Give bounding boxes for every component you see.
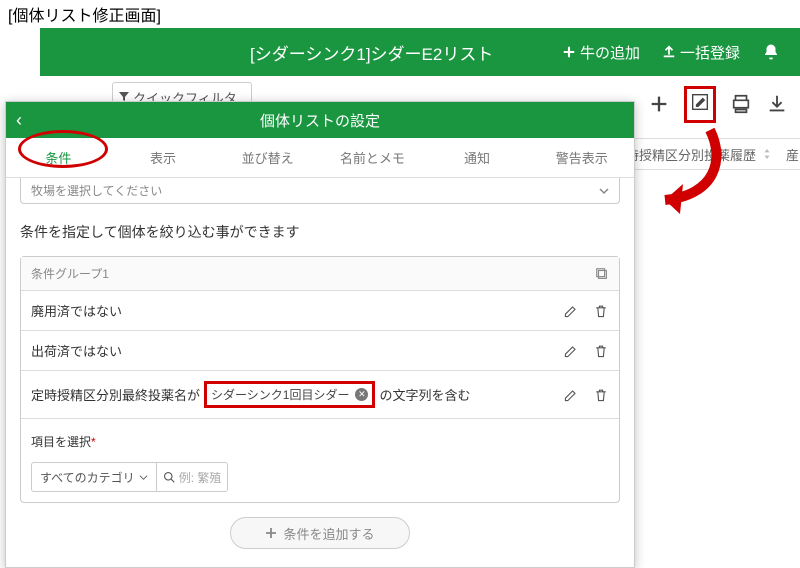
tab-warning[interactable]: 警告表示 xyxy=(529,138,634,177)
trash-icon[interactable] xyxy=(593,303,609,319)
plus-icon xyxy=(265,527,277,539)
farm-select-placeholder: 牧場を選択してください xyxy=(31,182,162,199)
main-header: [シダーシンク1]シダーE2リスト 牛の追加 一括登録 xyxy=(40,28,800,76)
tab-display[interactable]: 表示 xyxy=(111,138,216,177)
page-title: [シダーシンク1]シダーE2リスト xyxy=(250,40,493,65)
add-condition-button[interactable]: 条件を追加する xyxy=(230,517,410,549)
col-label: 時授精区分別投薬履歴 xyxy=(626,145,756,164)
pencil-icon[interactable] xyxy=(563,343,579,359)
pencil-icon[interactable] xyxy=(563,303,579,319)
trash-icon[interactable] xyxy=(593,387,609,403)
search-icon xyxy=(163,471,175,483)
add-condition-label: 条件を追加する xyxy=(283,524,374,543)
category-label: すべてのカテゴリ xyxy=(40,469,135,486)
condition-row: 出荷済ではない xyxy=(21,330,619,370)
filter-chip[interactable]: シダーシンク1回目シダー ✕ xyxy=(211,386,368,403)
download-icon[interactable] xyxy=(766,93,788,115)
condition-text-pre: 定時授精区分別最終投薬名が xyxy=(31,385,200,404)
condition-row: 廃用済ではない xyxy=(21,290,619,330)
edit-icon[interactable] xyxy=(689,91,711,113)
tab-name-memo[interactable]: 名前とメモ xyxy=(320,138,425,177)
panel-title: 個体リストの設定 xyxy=(260,110,380,131)
bulk-register-label: 一括登録 xyxy=(680,42,740,63)
condition-group: 条件グループ1 廃用済ではない 出荷済ではない 定時授精区分別最終投薬名が xyxy=(20,256,620,503)
sort-icon[interactable] xyxy=(762,149,772,159)
print-icon[interactable] xyxy=(730,93,752,115)
chip-remove-icon[interactable]: ✕ xyxy=(355,388,368,401)
conditions-description: 条件を指定して個体を絞り込む事ができます xyxy=(20,222,620,242)
chevron-down-icon xyxy=(139,473,148,482)
condition-row: 定時授精区分別最終投薬名が シダーシンク1回目シダー ✕ の文字列を含む xyxy=(21,370,619,418)
condition-text-post: の文字列を含む xyxy=(379,385,470,404)
group-title: 条件グループ1 xyxy=(31,265,109,282)
plus-icon[interactable] xyxy=(648,93,670,115)
bell-icon[interactable] xyxy=(762,43,780,61)
select-label: 項目を選択 xyxy=(31,435,91,449)
tab-notify[interactable]: 通知 xyxy=(425,138,530,177)
trash-icon[interactable] xyxy=(593,343,609,359)
annotation-box: シダーシンク1回目シダー ✕ xyxy=(204,381,375,408)
copy-icon[interactable] xyxy=(595,267,609,281)
add-cow-label: 牛の追加 xyxy=(580,42,640,63)
tab-sort[interactable]: 並び替え xyxy=(215,138,320,177)
item-search[interactable]: 例: 繁殖 xyxy=(157,469,228,486)
add-cow-button[interactable]: 牛の追加 xyxy=(562,42,640,63)
tab-bar: 条件 表示 並び替え 名前とメモ 通知 警告表示 xyxy=(6,138,634,178)
back-chevron-icon[interactable]: ‹ xyxy=(16,110,22,131)
panel-header: ‹ 個体リストの設定 xyxy=(6,102,634,138)
annotation-arrow xyxy=(630,120,750,230)
tab-conditions[interactable]: 条件 xyxy=(6,138,111,177)
settings-panel: ‹ 個体リストの設定 条件 表示 並び替え 名前とメモ 通知 警告表示 牧場を選… xyxy=(5,101,635,568)
condition-text: 出荷済ではない xyxy=(31,341,122,360)
farm-select[interactable]: 牧場を選択してください xyxy=(20,178,620,204)
search-placeholder: 例: 繁殖 xyxy=(179,469,222,486)
edit-highlight xyxy=(684,86,716,123)
col-label-2: 産 xyxy=(786,145,799,164)
category-select[interactable]: すべてのカテゴリ xyxy=(32,463,157,491)
chip-label: シダーシンク1回目シダー xyxy=(211,386,349,403)
page-label: [個体リスト修正画面] xyxy=(8,2,161,26)
chevron-down-icon xyxy=(599,186,609,196)
item-select-row: 項目を選択* すべてのカテゴリ 例: 繁殖 xyxy=(21,418,619,502)
pencil-icon[interactable] xyxy=(563,387,579,403)
table-header: 時授精区分別投薬履歴 産 xyxy=(620,138,800,170)
bulk-register-button[interactable]: 一括登録 xyxy=(662,42,740,63)
condition-text: 廃用済ではない xyxy=(31,301,122,320)
